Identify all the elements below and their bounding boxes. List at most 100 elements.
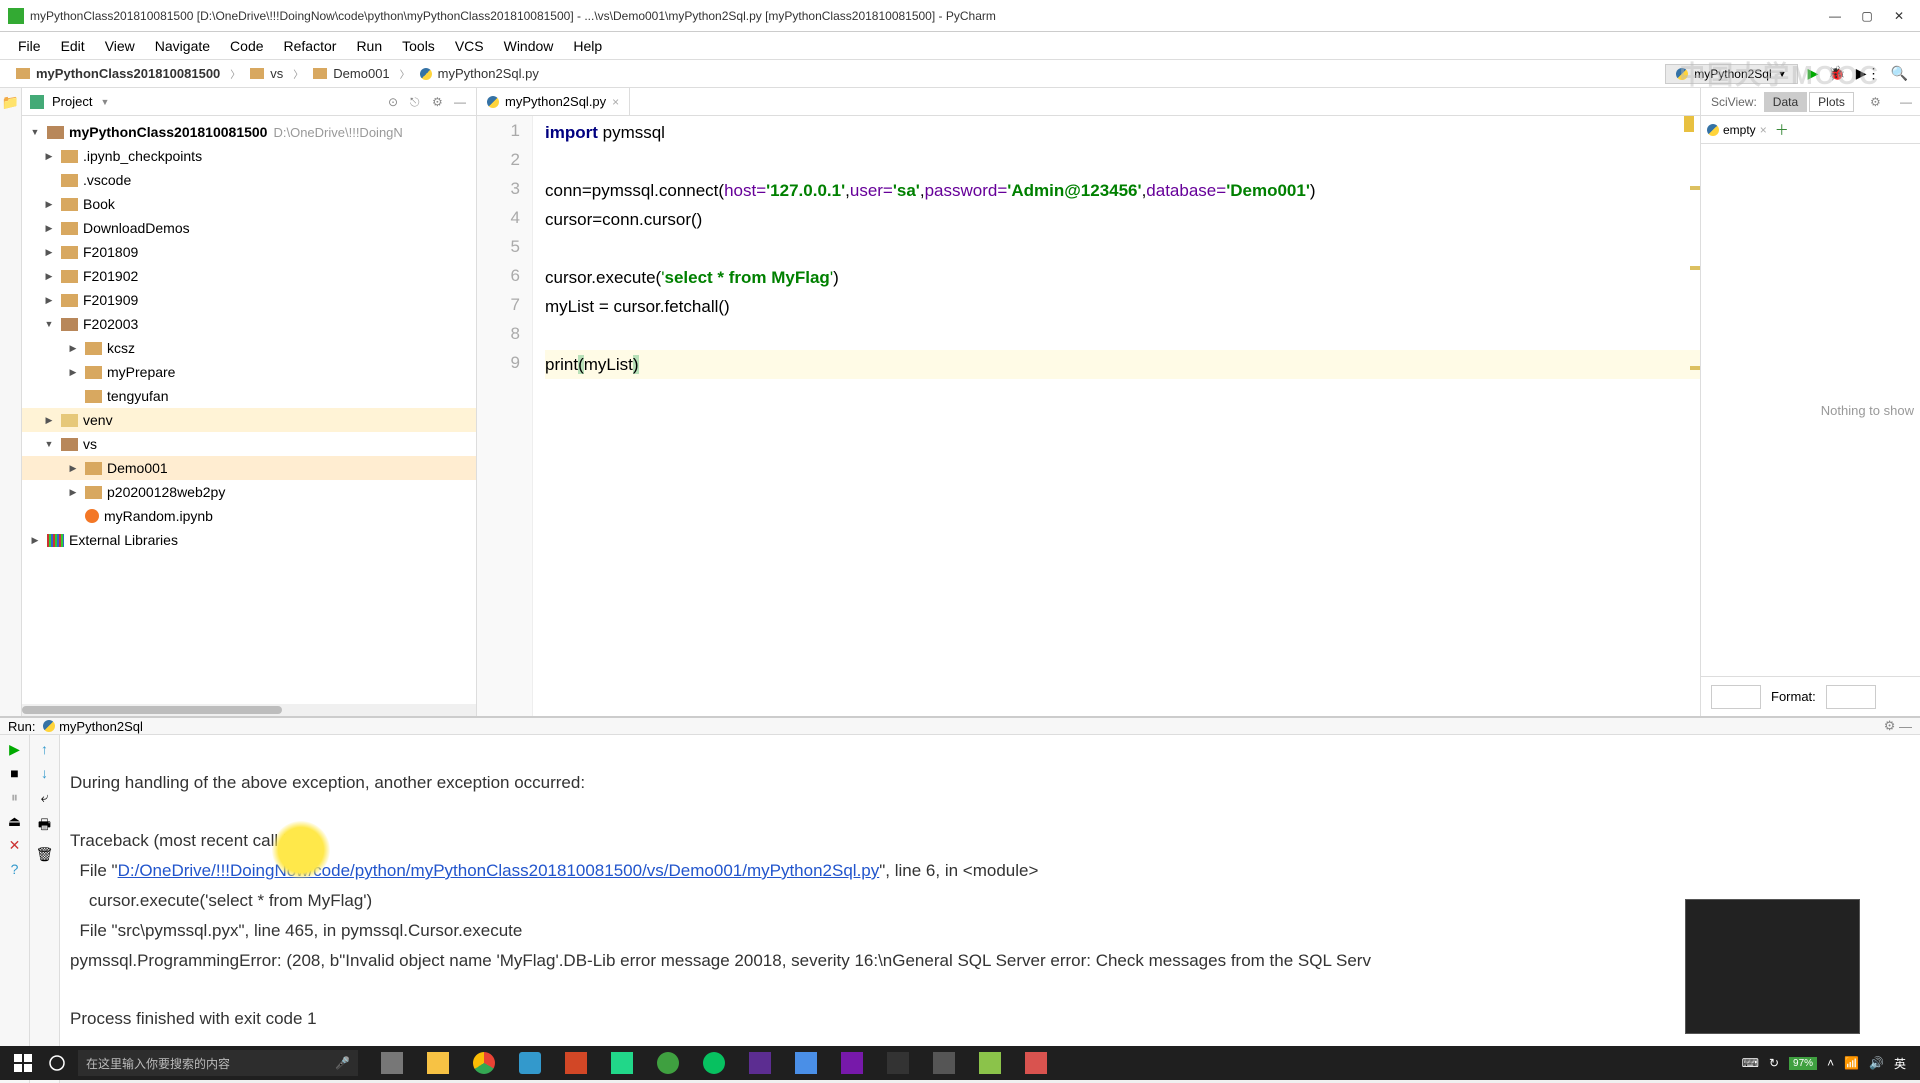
terminal-icon[interactable] <box>876 1046 920 1080</box>
menu-navigate[interactable]: Navigate <box>145 34 220 58</box>
editor-tab[interactable]: myPython2Sql.py × <box>477 88 630 115</box>
chevron-down-icon[interactable]: ▼ <box>42 439 56 449</box>
volume-icon[interactable]: 🔊 <box>1869 1056 1884 1070</box>
console-output[interactable]: During handling of the above exception, … <box>60 735 1920 1083</box>
add-tab-icon[interactable]: ＋ <box>1775 120 1789 140</box>
chevron-right-icon[interactable]: ▶ <box>42 151 56 162</box>
close-tab-icon[interactable]: × <box>612 95 619 109</box>
chevron-right-icon[interactable]: ▶ <box>66 343 80 354</box>
menu-edit[interactable]: Edit <box>51 34 95 58</box>
project-tree[interactable]: ▼ myPythonClass201810081500 D:\OneDrive\… <box>22 116 476 704</box>
explorer-icon[interactable] <box>416 1046 460 1080</box>
wechat-icon[interactable] <box>692 1046 736 1080</box>
tree-row-root[interactable]: ▼ myPythonClass201810081500 D:\OneDrive\… <box>22 120 476 144</box>
wrap-icon[interactable]: ⤶ <box>41 789 49 806</box>
rerun-icon[interactable]: ▶ <box>7 741 23 757</box>
close-button[interactable]: ✕ <box>1892 9 1906 23</box>
menu-tools[interactable]: Tools <box>392 34 445 58</box>
tree-row[interactable]: ▶myRandom.ipynb <box>22 504 476 528</box>
app-icon[interactable] <box>646 1046 690 1080</box>
tree-row[interactable]: ▶F201902 <box>22 264 476 288</box>
tree-row[interactable]: ▶p20200128web2py <box>22 480 476 504</box>
settings-icon[interactable] <box>922 1046 966 1080</box>
tree-row[interactable]: ▼F202003 <box>22 312 476 336</box>
traceback-link[interactable]: D:/OneDrive/!!!DoingNow/code/python/myPy… <box>118 861 880 880</box>
minimize-button[interactable]: — <box>1828 9 1842 23</box>
crumb-vs[interactable]: vs <box>246 66 287 81</box>
close-run-icon[interactable]: ✕ <box>7 837 23 853</box>
tree-row[interactable]: ▶Demo001 <box>22 456 476 480</box>
collapse-all-icon[interactable]: ⊙ <box>388 95 402 109</box>
error-stripe[interactable] <box>1688 116 1700 716</box>
chevron-right-icon[interactable]: ▶ <box>66 367 80 378</box>
chevron-right-icon[interactable]: ▶ <box>42 247 56 258</box>
chrome-icon[interactable] <box>462 1046 506 1080</box>
tree-row[interactable]: ▶F201909 <box>22 288 476 312</box>
cortana-button[interactable] <box>45 1051 69 1075</box>
gear-icon[interactable]: ⚙ <box>1884 718 1896 734</box>
notepad-icon[interactable] <box>968 1046 1012 1080</box>
battery-indicator[interactable]: 97% <box>1789 1057 1817 1070</box>
powerpoint-icon[interactable] <box>554 1046 598 1080</box>
menu-view[interactable]: View <box>95 34 145 58</box>
crumb-demo[interactable]: Demo001 <box>309 66 393 81</box>
up-icon[interactable]: ↑ <box>41 741 48 757</box>
exit-icon[interactable]: ⏏ <box>7 813 23 829</box>
wps-icon[interactable] <box>1014 1046 1058 1080</box>
chevron-right-icon[interactable]: ▶ <box>66 463 80 474</box>
data-tab-empty[interactable]: empty × <box>1707 123 1767 137</box>
chevron-right-icon[interactable]: ▶ <box>42 271 56 282</box>
network-icon[interactable]: 📶 <box>1844 1056 1859 1070</box>
vs-icon[interactable] <box>738 1046 782 1080</box>
tree-row[interactable]: ▶tengyufan <box>22 384 476 408</box>
pause-icon[interactable]: ⏸ <box>7 789 23 805</box>
menu-vcs[interactable]: VCS <box>445 34 494 58</box>
chevron-right-icon[interactable]: ▶ <box>42 415 56 426</box>
menu-run[interactable]: Run <box>346 34 392 58</box>
menu-window[interactable]: Window <box>494 34 564 58</box>
sciview-tab-plots[interactable]: Plots <box>1809 92 1854 112</box>
format-input[interactable] <box>1826 685 1876 709</box>
maximize-button[interactable]: ▢ <box>1860 9 1874 23</box>
settings-icon[interactable]: ⚙ <box>432 95 446 109</box>
tree-row[interactable]: ▶.ipynb_checkpoints <box>22 144 476 168</box>
chevron-right-icon[interactable]: ▶ <box>28 535 42 546</box>
tree-scrollbar[interactable] <box>22 704 476 716</box>
chevron-right-icon[interactable]: ▶ <box>66 487 80 498</box>
locate-icon[interactable]: ⎋ <box>410 95 424 109</box>
project-tool-button[interactable]: 📁 <box>2 94 19 111</box>
tree-row[interactable]: ▶Book <box>22 192 476 216</box>
hide-icon[interactable]: — <box>454 95 468 109</box>
menu-file[interactable]: File <box>8 34 51 58</box>
tray-up-icon[interactable]: ˄ <box>1827 1056 1834 1070</box>
ime-icon[interactable]: 英 <box>1894 1055 1906 1072</box>
start-button[interactable] <box>11 1051 35 1075</box>
hide-icon[interactable]: — <box>1896 95 1916 109</box>
tree-row[interactable]: ▶venv <box>22 408 476 432</box>
code-area[interactable]: 123456789 import pymssql conn=pymssql.co… <box>477 116 1700 716</box>
search-everywhere-button[interactable]: 🔍 <box>1891 65 1908 82</box>
taskbar-search[interactable]: 在这里输入你要搜索的内容 🎤 <box>78 1050 358 1076</box>
system-tray[interactable]: ⌨ ↻ 97% ˄ 📶 🔊 英 <box>1742 1055 1914 1072</box>
help-icon[interactable]: ? <box>7 861 23 877</box>
tree-row[interactable]: ▶F201809 <box>22 240 476 264</box>
edge-icon[interactable] <box>508 1046 552 1080</box>
stop-icon[interactable]: ■ <box>7 765 23 781</box>
crumb-file[interactable]: myPython2Sql.py <box>416 66 543 81</box>
menu-code[interactable]: Code <box>220 34 273 58</box>
mic-icon[interactable]: 🎤 <box>335 1056 350 1070</box>
tree-row[interactable]: ▶myPrepare <box>22 360 476 384</box>
hide-icon[interactable]: — <box>1899 719 1912 734</box>
chevron-right-icon[interactable]: ▶ <box>42 223 56 234</box>
tree-row[interactable]: ▼vs <box>22 432 476 456</box>
todo-icon[interactable] <box>784 1046 828 1080</box>
tree-row[interactable]: ▶DownloadDemos <box>22 216 476 240</box>
sync-icon[interactable]: ↻ <box>1769 1056 1779 1070</box>
tree-row[interactable]: ▶kcsz <box>22 336 476 360</box>
keyboard-icon[interactable]: ⌨ <box>1742 1056 1759 1070</box>
menu-help[interactable]: Help <box>563 34 612 58</box>
chevron-down-icon[interactable]: ▼ <box>100 97 109 107</box>
task-view-icon[interactable] <box>370 1046 414 1080</box>
print-icon[interactable]: 🖶 <box>38 814 51 838</box>
crumb-root[interactable]: myPythonClass201810081500 <box>12 66 224 81</box>
